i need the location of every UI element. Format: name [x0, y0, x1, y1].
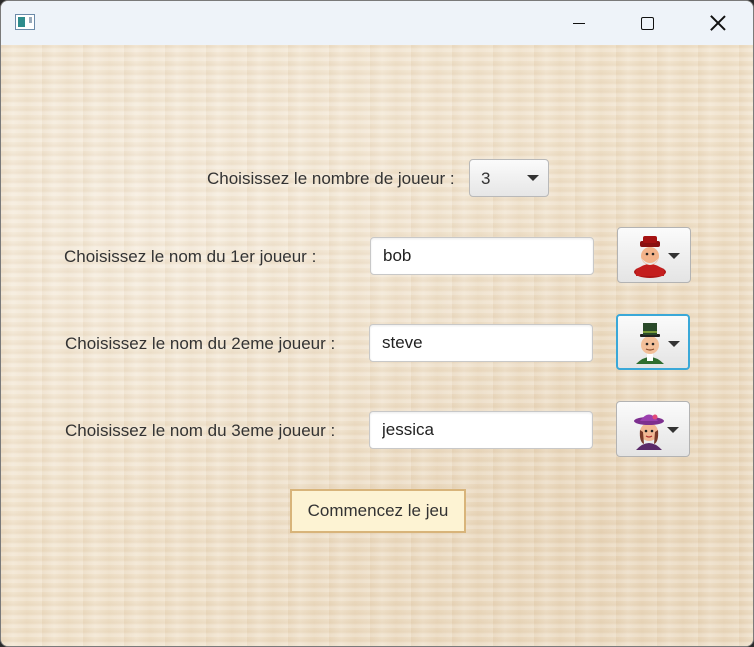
player-3-name-field[interactable] [369, 411, 594, 449]
setup-panel: Choisissez le nombre de joueur : 3 Chois… [1, 45, 753, 646]
red-villain-avatar-icon [634, 236, 666, 278]
minimize-icon [573, 22, 585, 24]
close-button[interactable] [683, 1, 753, 45]
chevron-down-icon [668, 253, 680, 259]
player-2-name-input[interactable] [370, 325, 594, 361]
player-3-name-input[interactable] [370, 412, 594, 448]
close-icon [710, 15, 726, 31]
start-game-button[interactable]: Commencez le jeu [290, 489, 466, 533]
chevron-down-icon [667, 427, 679, 433]
title-bar [1, 1, 753, 45]
player-count-label: Choisissez le nombre de joueur : [207, 169, 455, 188]
player-2-label: Choisissez le nom du 2eme joueur : [65, 334, 336, 353]
minimize-button[interactable] [544, 1, 614, 45]
maximize-button[interactable] [612, 1, 682, 45]
player-2-name-field[interactable] [369, 324, 594, 362]
player-3-label: Choisissez le nom du 3eme joueur : [65, 421, 336, 440]
chevron-down-icon [668, 341, 680, 347]
chevron-down-icon [527, 175, 539, 181]
app-icon [15, 14, 35, 30]
player-1-name-input[interactable] [371, 238, 595, 274]
player-2-avatar-select[interactable] [616, 314, 690, 370]
player-count-value: 3 [481, 169, 491, 188]
player-3-avatar-select[interactable] [616, 401, 690, 457]
player-count-select[interactable]: 3 [469, 159, 549, 197]
purple-hat-lady-avatar-icon [634, 414, 664, 450]
player-1-avatar-select[interactable] [617, 227, 691, 283]
player-1-name-field[interactable] [370, 237, 595, 275]
app-window: Choisissez le nombre de joueur : 3 Chois… [0, 0, 754, 647]
player-1-label: Choisissez le nom du 1er joueur : [64, 247, 317, 266]
top-hat-gentleman-avatar-icon [636, 323, 664, 364]
maximize-icon [640, 16, 654, 30]
